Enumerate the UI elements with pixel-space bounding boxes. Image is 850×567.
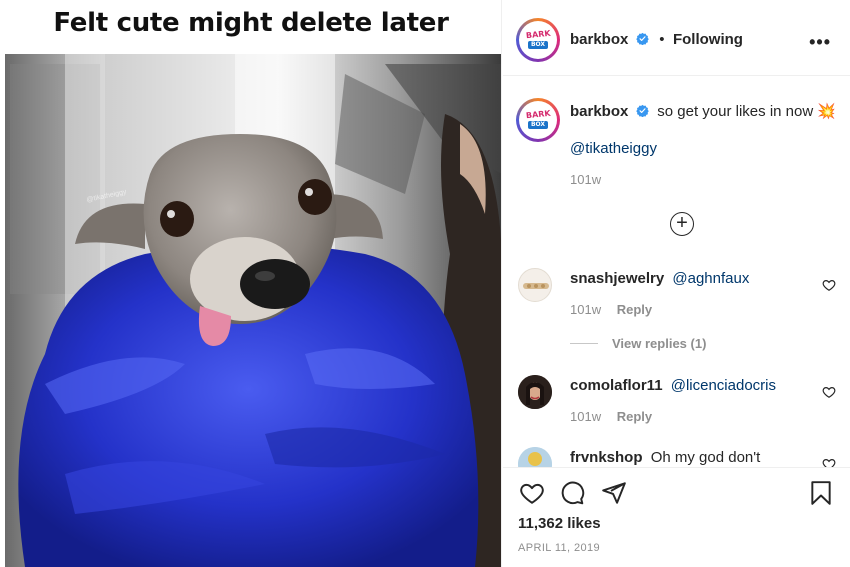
comment-like-heart-icon[interactable] [822, 278, 836, 292]
post-photo[interactable]: @tikatheiggy [5, 54, 501, 567]
comment-text[interactable]: @aghnfaux [672, 270, 749, 287]
header-avatar[interactable]: BARK BOX [516, 18, 560, 62]
commenter-username[interactable]: frvnkshop [570, 449, 643, 466]
comment-text: Oh my god don't [650, 449, 761, 466]
comment-icon[interactable] [559, 480, 585, 506]
comment-text[interactable]: @licenciadocris [671, 377, 776, 394]
commenter-avatar[interactable] [518, 447, 552, 467]
commenter-avatar[interactable] [518, 268, 552, 302]
reply-button[interactable]: Reply [617, 409, 652, 424]
barkbox-logo-small: BARK BOX [525, 108, 551, 129]
meme-caption-text: Felt cute might delete later [53, 8, 449, 38]
post-media: Felt cute might delete later @tikatheigg… [0, 0, 502, 567]
verified-badge-icon [636, 32, 649, 45]
post-side-panel: BARK BOX barkbox • Following ••• BARK BO… [503, 0, 850, 567]
header-username[interactable]: barkbox [570, 31, 628, 48]
caption-mention-link[interactable]: @tikatheiggy [570, 140, 657, 157]
load-more-comments-icon[interactable]: + [670, 212, 694, 236]
commenter-username[interactable]: snashjewelry [570, 270, 664, 287]
commenter-username[interactable]: comolaflor11 [570, 377, 663, 394]
header-separator: • [659, 31, 665, 48]
comment-item: snashjewelry @aghnfaux 101w Reply View r… [503, 264, 850, 354]
caption-timestamp: 101w [570, 172, 602, 187]
comment-timestamp: 101w [570, 302, 602, 317]
caption-avatar[interactable]: BARK BOX [516, 98, 560, 142]
like-count[interactable]: 11,362 likes [518, 515, 601, 532]
barkbox-logo: BARK BOX [525, 28, 551, 49]
comment-like-heart-icon[interactable] [822, 385, 836, 399]
caption-text: so get your likes in now 💥 [657, 103, 837, 120]
caption-username[interactable]: barkbox [570, 103, 628, 120]
post-date: APRIL 11, 2019 [518, 542, 601, 554]
heart-icon[interactable] [519, 480, 545, 506]
comment-item: frvnkshop Oh my god don't [503, 444, 850, 467]
more-options-icon[interactable]: ••• [809, 32, 831, 53]
commenter-avatar[interactable] [518, 375, 552, 409]
view-replies-button[interactable]: View replies (1) [570, 336, 706, 351]
following-button[interactable]: Following [673, 31, 743, 48]
reply-button[interactable]: Reply [617, 302, 652, 317]
comment-like-heart-icon[interactable] [822, 457, 836, 467]
verified-badge-icon [636, 104, 649, 117]
comment-item: comolaflor11 @licenciadocris 101w Reply [503, 372, 850, 432]
bookmark-icon[interactable] [808, 480, 834, 506]
share-icon[interactable] [601, 480, 627, 506]
comment-timestamp: 101w [570, 409, 602, 424]
post-actions-bar: 11,362 likes APRIL 11, 2019 [503, 467, 850, 567]
post-header: BARK BOX barkbox • Following ••• [503, 0, 850, 76]
